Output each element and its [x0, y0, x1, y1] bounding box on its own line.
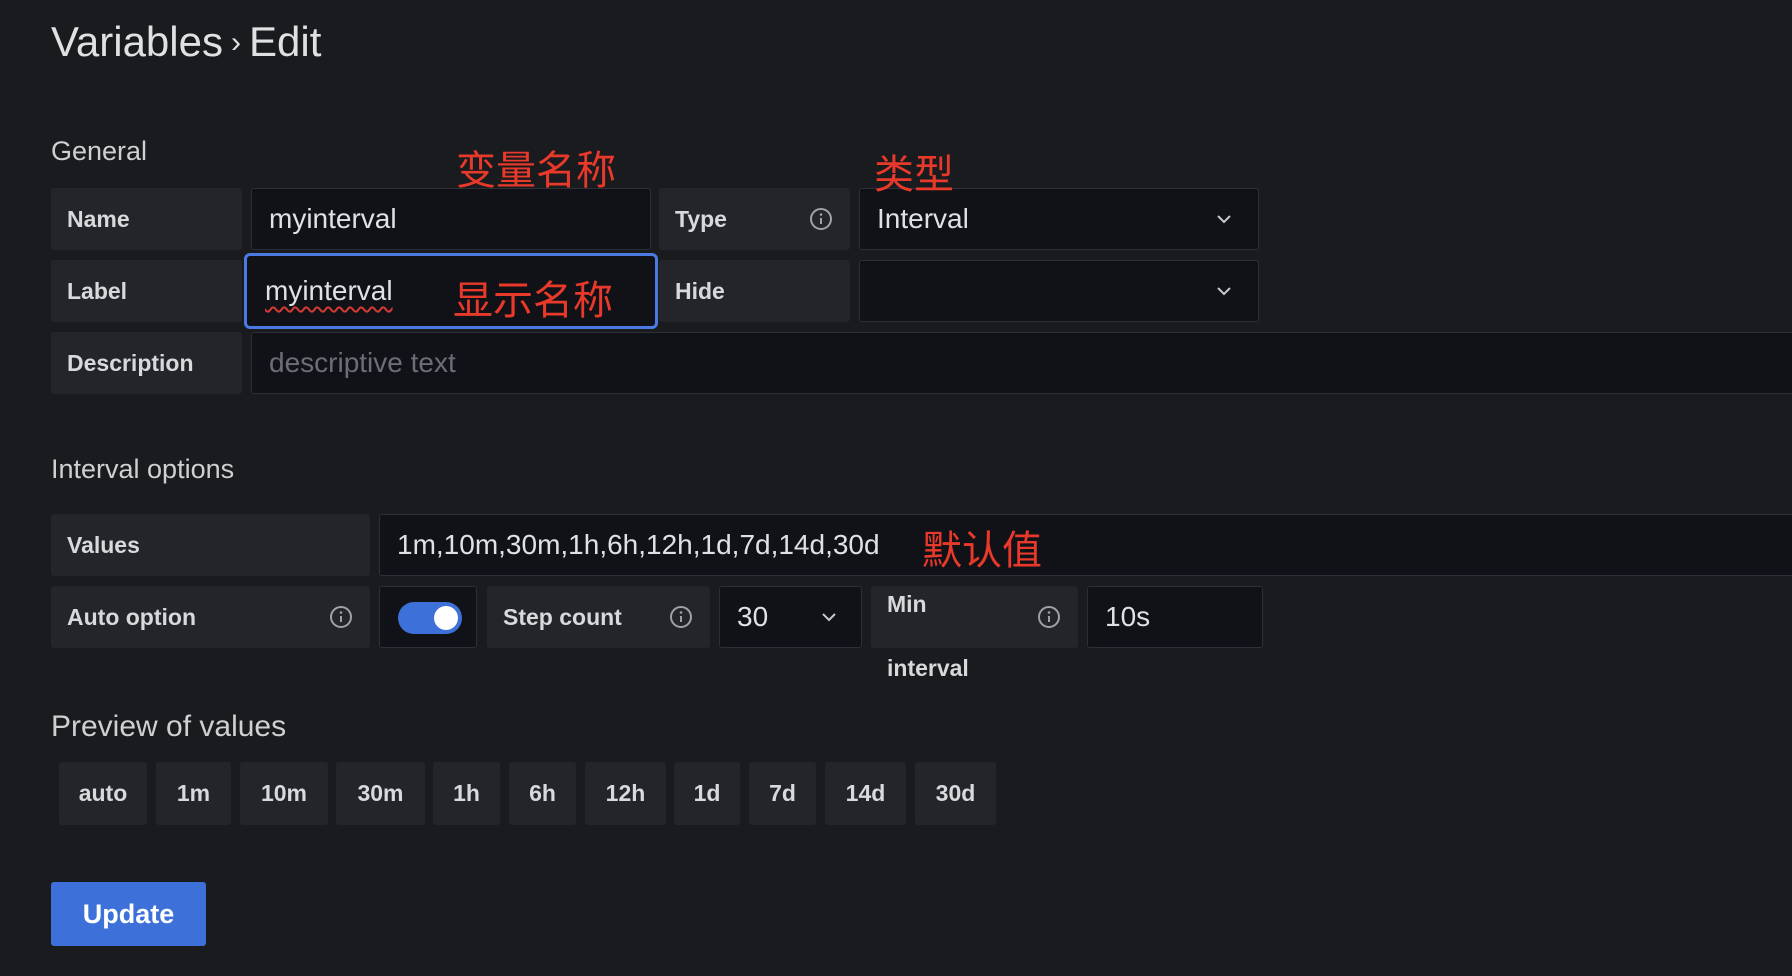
- update-button[interactable]: Update: [51, 882, 206, 946]
- name-label: Name: [51, 188, 242, 250]
- name-input[interactable]: myinterval: [251, 188, 651, 250]
- chevron-down-icon: [1217, 215, 1231, 224]
- preview-chip: 6h: [509, 762, 576, 825]
- label-input-value: myinterval: [265, 275, 393, 306]
- hide-label: Hide: [659, 260, 850, 322]
- values-input[interactable]: 1m,10m,30m,1h,6h,12h,1d,7d,14d,30d: [379, 514, 1792, 576]
- min-interval-label: Min interval: [871, 586, 1078, 681]
- auto-option-label: Auto option: [51, 586, 370, 648]
- chevron-down-icon: [1217, 287, 1231, 296]
- info-circle-icon[interactable]: [669, 605, 693, 629]
- min-interval-label-line2: interval: [887, 655, 969, 681]
- interval-options-section-title: Interval options: [51, 454, 235, 484]
- description-input[interactable]: descriptive text: [251, 332, 1792, 394]
- description-placeholder: descriptive text: [269, 347, 456, 378]
- breadcrumb-separator: ›: [230, 26, 241, 59]
- min-interval-input[interactable]: 10s: [1087, 586, 1263, 648]
- preview-chip: 7d: [749, 762, 816, 825]
- values-input-value: 1m,10m,30m,1h,6h,12h,1d,7d,14d,30d: [397, 529, 880, 560]
- page-title: Variables › Edit: [51, 18, 321, 66]
- min-interval-label-line1: Min: [887, 591, 927, 617]
- breadcrumb-variables[interactable]: Variables: [51, 18, 223, 65]
- toggle-track: [398, 602, 462, 634]
- step-count-select[interactable]: 30: [719, 586, 862, 648]
- preview-chip: auto: [59, 762, 147, 825]
- preview-chip: 14d: [825, 762, 906, 825]
- description-label: Description: [51, 332, 242, 394]
- preview-chip: 1h: [433, 762, 500, 825]
- min-interval-label-text: Min interval: [887, 572, 969, 700]
- step-count-value: 30: [737, 601, 769, 632]
- chevron-down-icon: [822, 613, 836, 622]
- annotation-variable-name: 变量名称: [456, 149, 616, 193]
- auto-option-toggle[interactable]: [379, 586, 477, 648]
- breadcrumb-edit: Edit: [248, 18, 322, 65]
- annotation-default-value: 默认值: [922, 529, 1042, 573]
- hide-select[interactable]: [859, 260, 1259, 322]
- info-circle-icon[interactable]: [329, 605, 353, 629]
- step-count-label-text: Step count: [503, 603, 622, 630]
- info-circle-icon[interactable]: [1037, 605, 1061, 629]
- step-count-label: Step count: [487, 586, 710, 648]
- preview-chip: 1d: [674, 762, 740, 825]
- preview-chip: 30d: [915, 762, 996, 825]
- type-label: Type: [659, 188, 850, 250]
- preview-chip: 30m: [336, 762, 425, 825]
- label-label: Label: [51, 260, 242, 322]
- name-input-value: myinterval: [269, 203, 397, 234]
- preview-section-title: Preview of values: [51, 710, 287, 743]
- auto-option-label-text: Auto option: [67, 603, 197, 630]
- info-circle-icon[interactable]: [809, 207, 833, 231]
- annotation-type: 类型: [874, 153, 954, 197]
- type-select-value: Interval: [877, 203, 969, 234]
- toggle-knob: [434, 606, 458, 630]
- preview-chip: 10m: [240, 762, 328, 825]
- preview-chip: 1m: [156, 762, 231, 825]
- type-label-text: Type: [675, 205, 727, 232]
- general-section-title: General: [51, 136, 148, 166]
- values-label: Values: [51, 514, 370, 576]
- preview-chip: 12h: [585, 762, 666, 825]
- min-interval-value: 10s: [1105, 601, 1151, 632]
- annotation-display-name: 显示名称: [453, 279, 613, 323]
